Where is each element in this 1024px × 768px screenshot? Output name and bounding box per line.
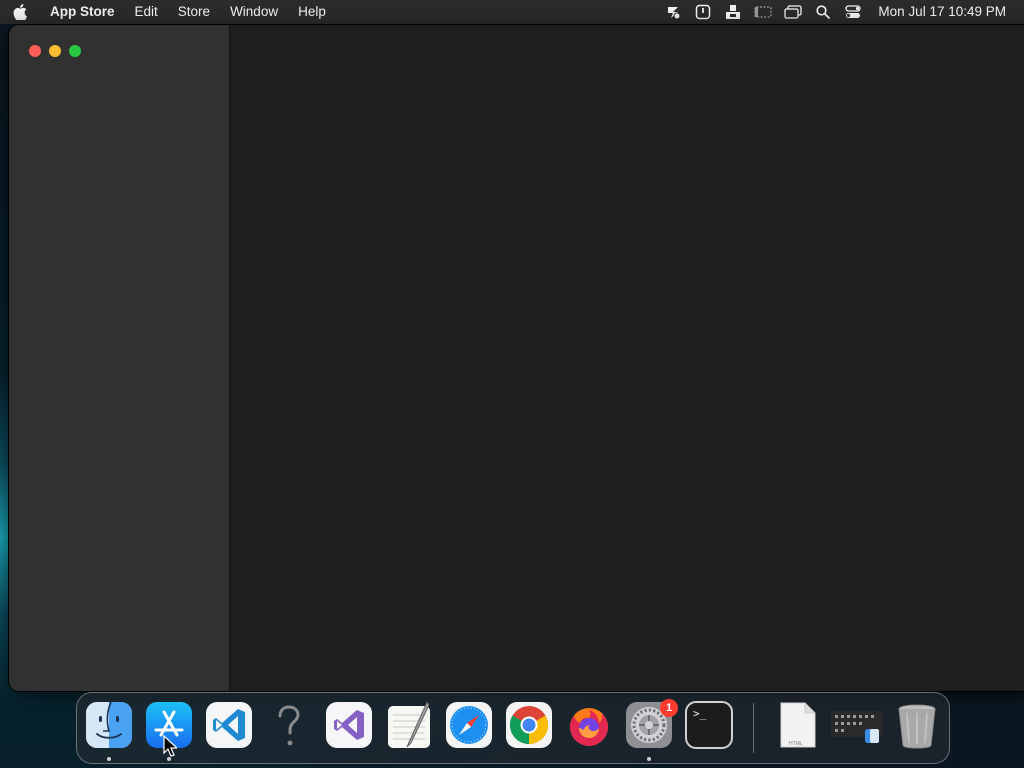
system-settings-running-indicator bbox=[647, 757, 651, 761]
menu-help[interactable]: Help bbox=[288, 0, 336, 24]
menu-window[interactable]: Window bbox=[220, 0, 288, 24]
finder-running-indicator bbox=[107, 757, 111, 761]
dock: 1 >_ HTML bbox=[76, 692, 950, 764]
apple-menu-icon[interactable] bbox=[0, 4, 40, 20]
window-sidebar bbox=[9, 25, 230, 691]
html-file-label: HTML bbox=[789, 741, 803, 747]
dock-unknown-app[interactable] bbox=[265, 701, 313, 749]
system-settings-badge: 1 bbox=[660, 699, 678, 717]
dock-textedit[interactable] bbox=[385, 701, 433, 749]
menu-bar: App Store Edit Store Window Help Mon Jul… bbox=[0, 0, 1024, 24]
mouse-pointer-icon bbox=[163, 734, 179, 762]
question-mark-icon bbox=[278, 705, 300, 746]
dock-chrome[interactable] bbox=[505, 701, 553, 749]
visual-studio-icon bbox=[326, 702, 372, 748]
dock-firefox[interactable] bbox=[565, 701, 613, 749]
status-person-icon[interactable] bbox=[718, 0, 748, 24]
control-center-icon[interactable] bbox=[838, 0, 868, 24]
vscode-icon bbox=[206, 702, 252, 748]
folder-stack-icon bbox=[831, 711, 883, 743]
menu-bar-clock[interactable]: Mon Jul 17 10:49 PM bbox=[868, 0, 1024, 24]
menu-app-name[interactable]: App Store bbox=[40, 0, 125, 24]
dock-visual-studio[interactable] bbox=[325, 701, 373, 749]
dock-trash[interactable] bbox=[893, 701, 941, 749]
status-app-icon[interactable] bbox=[658, 0, 688, 24]
dock-folder-stack[interactable] bbox=[831, 701, 883, 749]
finder-icon bbox=[86, 701, 132, 748]
dock-vscode[interactable] bbox=[205, 701, 253, 749]
dock-finder[interactable] bbox=[85, 701, 133, 749]
status-rounded-square-icon[interactable] bbox=[688, 0, 718, 24]
status-windows-icon[interactable] bbox=[778, 0, 808, 24]
window-controls bbox=[29, 45, 81, 57]
minimize-window-button[interactable] bbox=[49, 45, 61, 57]
status-screen-icon[interactable] bbox=[748, 0, 778, 24]
safari-icon bbox=[446, 702, 492, 748]
app-store-window bbox=[9, 25, 1024, 691]
chrome-icon bbox=[506, 702, 552, 748]
window-content-area bbox=[230, 25, 1024, 691]
dock-separator bbox=[753, 703, 754, 753]
dock-safari[interactable] bbox=[445, 701, 493, 749]
menu-edit[interactable]: Edit bbox=[125, 0, 168, 24]
terminal-prompt: >_ bbox=[693, 707, 707, 720]
close-window-button[interactable] bbox=[29, 45, 41, 57]
dock-terminal[interactable]: >_ bbox=[685, 701, 733, 749]
firefox-icon bbox=[570, 708, 608, 746]
spotlight-search-icon[interactable] bbox=[808, 0, 838, 24]
trash-icon bbox=[898, 704, 936, 749]
dock-html-document[interactable]: HTML bbox=[773, 701, 821, 749]
textedit-icon bbox=[388, 701, 430, 748]
menu-store[interactable]: Store bbox=[168, 0, 220, 24]
maximize-window-button[interactable] bbox=[69, 45, 81, 57]
